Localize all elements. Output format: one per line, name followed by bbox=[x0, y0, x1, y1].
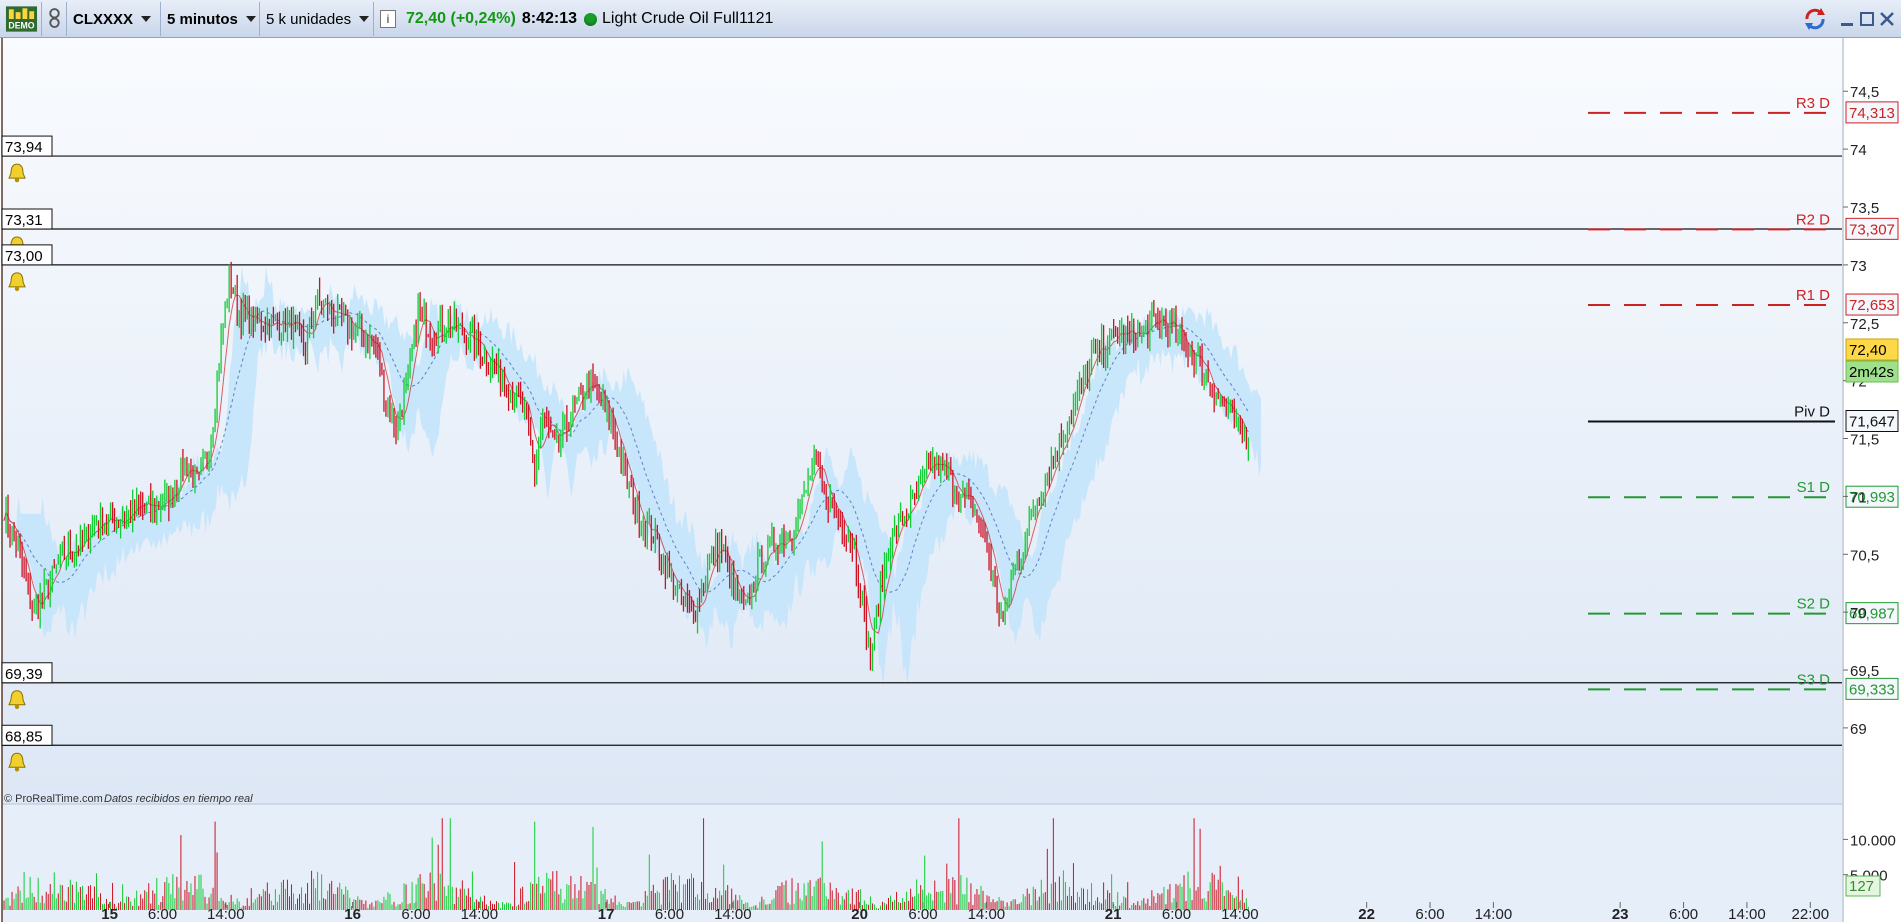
x-tick-label: 22:00 bbox=[1792, 906, 1830, 922]
y-tick-label: 69 bbox=[1850, 721, 1867, 738]
alert-label: 73,31 bbox=[5, 212, 43, 229]
link-button[interactable] bbox=[43, 2, 67, 36]
y-tick-label: 70 bbox=[1850, 605, 1867, 622]
close-icon[interactable] bbox=[1878, 10, 1896, 28]
chevron-down-icon bbox=[141, 16, 152, 22]
x-tick-label: 16 bbox=[344, 906, 361, 922]
x-tick-label: 15 bbox=[101, 906, 118, 922]
x-tick-label: 21 bbox=[1105, 906, 1122, 922]
quote-time: 8:42:13 bbox=[521, 10, 578, 27]
x-tick-label: 6:00 bbox=[655, 906, 684, 922]
y-tick-label: 71 bbox=[1850, 489, 1867, 506]
x-tick-label: 14:00 bbox=[968, 906, 1006, 922]
current-price-tag[interactable]: 72,40 2m42s bbox=[1845, 338, 1899, 383]
pivot-name: Piv D bbox=[1794, 403, 1830, 420]
x-tick-label: 23 bbox=[1612, 906, 1629, 922]
symbol-dropdown[interactable]: CLXXXX bbox=[67, 2, 161, 36]
link-chain-icon bbox=[49, 8, 60, 28]
y-tick-label: 74 bbox=[1850, 142, 1867, 159]
x-tick-label: 6:00 bbox=[401, 906, 430, 922]
info-icon[interactable]: i bbox=[380, 10, 396, 28]
minimize-icon[interactable] bbox=[1838, 10, 1856, 28]
units-dropdown[interactable]: 5 k unidades bbox=[260, 2, 374, 36]
x-tick-label: 6:00 bbox=[1669, 906, 1698, 922]
current-price-label: 72,40 bbox=[1849, 342, 1887, 359]
x-tick-label: 6:00 bbox=[908, 906, 937, 922]
symbol-label: CLXXXX bbox=[73, 10, 134, 28]
price-axis: 74,57473,57372,57271,57170,57069,56910.0… bbox=[1843, 84, 1896, 885]
bell-clapper bbox=[14, 767, 20, 772]
bell-clapper bbox=[14, 704, 20, 709]
pivot-value: 71,647 bbox=[1849, 413, 1895, 430]
pivot-name: R1 D bbox=[1796, 287, 1830, 304]
y-tick-label: 71,5 bbox=[1850, 432, 1879, 449]
volume-value: 127 bbox=[1849, 878, 1874, 895]
x-tick-label: 14:00 bbox=[714, 906, 752, 922]
y-tick-label: 70,5 bbox=[1850, 547, 1879, 564]
pivot-value: 73,307 bbox=[1849, 221, 1895, 238]
pivot-value: 72,653 bbox=[1849, 297, 1895, 314]
x-tick-label: 6:00 bbox=[1415, 906, 1444, 922]
demo-icon: DEMO bbox=[5, 6, 38, 32]
x-tick-label: 17 bbox=[598, 906, 615, 922]
pivot-name: R2 D bbox=[1796, 211, 1830, 228]
volume-tick-label: 10.000 bbox=[1850, 832, 1896, 849]
y-tick-label: 73,5 bbox=[1850, 200, 1879, 217]
x-tick-label: 6:00 bbox=[148, 906, 177, 922]
y-tick-label: 69,5 bbox=[1850, 663, 1879, 680]
price-chart[interactable]: 73,94 73,31 73,00 69,39 68,85 R3 D 74,313 R2 D… bbox=[0, 38, 1901, 922]
status-dot-icon bbox=[584, 12, 598, 26]
candle-countdown: 2m42s bbox=[1849, 364, 1894, 381]
y-tick-label: 73 bbox=[1850, 258, 1867, 275]
x-tick-label: 14:00 bbox=[1475, 906, 1513, 922]
bell-clapper bbox=[14, 286, 20, 292]
alert-label: 73,94 bbox=[5, 139, 43, 156]
refresh-icon[interactable] bbox=[1802, 6, 1828, 32]
x-tick-label: 14:00 bbox=[1728, 906, 1766, 922]
price-change: 72,40 (+0,24%) bbox=[406, 10, 516, 27]
demo-badge[interactable]: DEMO bbox=[2, 2, 42, 36]
alert-label: 68,85 bbox=[5, 728, 43, 745]
pivot-value: 69,333 bbox=[1849, 681, 1895, 698]
x-tick-label: 20 bbox=[851, 906, 868, 922]
x-tick-label: 14:00 bbox=[1221, 906, 1259, 922]
timeframe-label: 5 minutos bbox=[167, 10, 238, 28]
watermark: © ProRealTime.com bbox=[4, 793, 103, 805]
y-tick-label: 72,5 bbox=[1850, 316, 1879, 333]
y-tick-label: 74,5 bbox=[1850, 84, 1879, 101]
instrument-name: Light Crude Oil Full1121 bbox=[602, 10, 774, 27]
alert-label: 73,00 bbox=[5, 248, 43, 265]
x-tick-label: 22 bbox=[1358, 906, 1375, 922]
bell-clapper bbox=[14, 177, 20, 183]
alert-label: 69,39 bbox=[5, 666, 43, 683]
chevron-down-icon bbox=[359, 16, 370, 22]
volume-panel-background bbox=[2, 804, 1842, 922]
quote-info: i 72,40 (+0,24%) 8:42:13 Light Crude Oil… bbox=[374, 2, 794, 36]
pivot-name: S2 D bbox=[1797, 596, 1831, 613]
units-label: 5 k unidades bbox=[266, 10, 352, 28]
maximize-icon[interactable] bbox=[1858, 10, 1876, 28]
volume-value-tag: 127 bbox=[1845, 875, 1881, 897]
pivot-name: S1 D bbox=[1797, 479, 1831, 496]
x-tick-label: 6:00 bbox=[1162, 906, 1191, 922]
timeframe-dropdown[interactable]: 5 minutos bbox=[161, 2, 260, 36]
pivot-name: S3 D bbox=[1797, 671, 1831, 688]
x-tick-label: 14:00 bbox=[207, 906, 245, 922]
demo-badge-label: DEMO bbox=[8, 21, 34, 31]
chevron-down-icon bbox=[245, 16, 256, 22]
price-panel-background bbox=[2, 38, 1842, 804]
chart-toolbar: DEMO CLXXXX 5 minutos 5 k unidades i 72,… bbox=[0, 0, 1901, 38]
realtime-note: Datos recibidos en tiempo real bbox=[104, 793, 253, 805]
pivot-value: 74,313 bbox=[1849, 105, 1895, 122]
pivot-name: R3 D bbox=[1796, 95, 1830, 112]
x-tick-label: 14:00 bbox=[461, 906, 499, 922]
